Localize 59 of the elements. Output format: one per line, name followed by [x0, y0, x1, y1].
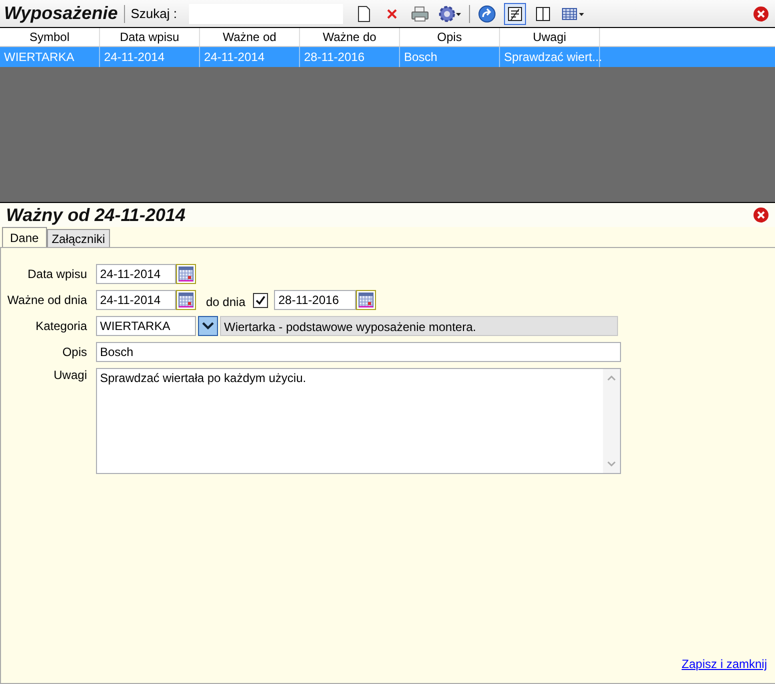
table-cell: 28-11-2016 — [300, 47, 400, 67]
checkbox[interactable] — [253, 292, 268, 308]
column-header[interactable]: Data wpisu — [100, 28, 200, 46]
report-icon — [506, 6, 523, 22]
calendar-icon — [178, 266, 194, 282]
table-icon — [560, 6, 585, 22]
chevron-down-icon — [202, 322, 214, 330]
field-label: do dnia — [206, 295, 246, 309]
scroll-up-icon — [607, 375, 616, 381]
date-field[interactable]: 24-11-2014 — [96, 290, 176, 310]
checkmark-icon — [255, 294, 266, 306]
field-label: Kategoria — [34, 319, 87, 333]
table-cell: WIERTARKA — [0, 47, 100, 67]
panel-title: Ważny od 24-11-2014 — [6, 204, 186, 226]
field-label: Ważne od dnia — [6, 293, 87, 307]
panel-title: Wyposażenie — [4, 3, 118, 24]
tab[interactable]: Dane — [2, 227, 47, 247]
column-header[interactable]: Symbol — [0, 28, 100, 46]
columns-icon — [534, 6, 551, 22]
gear-icon — [438, 4, 462, 22]
calendar-button[interactable] — [176, 290, 196, 310]
date-field[interactable]: 24-11-2014 — [96, 264, 176, 284]
tab[interactable]: Załączniki — [46, 229, 110, 247]
field-label: Uwagi — [52, 368, 87, 382]
column-header[interactable]: Opis — [400, 28, 500, 46]
close-icon — [753, 207, 769, 223]
table-cell: Sprawdzać wiert... — [500, 47, 600, 67]
close-button[interactable] — [753, 6, 769, 22]
field-label: Opis — [61, 345, 87, 359]
dropdown-button[interactable] — [198, 316, 218, 336]
delete-icon — [386, 8, 398, 20]
column-header[interactable]: Ważne do — [300, 28, 400, 46]
date-field[interactable]: 28-11-2016 — [274, 290, 356, 310]
scrollbar[interactable] — [603, 369, 620, 473]
calendar-button[interactable] — [356, 290, 376, 310]
description-field[interactable]: Bosch — [96, 342, 621, 362]
table-cell: 24-11-2014 — [100, 47, 200, 67]
notes-field[interactable]: Sprawdzać wiertała po każdym użyciu. — [96, 368, 621, 474]
table-cell: Bosch — [400, 47, 500, 67]
column-header[interactable]: Uwagi — [500, 28, 600, 46]
category-field[interactable]: WIERTARKA — [96, 316, 196, 336]
calendar-icon — [358, 292, 374, 308]
scroll-down-icon — [607, 461, 616, 467]
close-icon — [753, 6, 769, 22]
field-label: Data wpisu — [26, 267, 87, 281]
close-button[interactable] — [753, 207, 769, 223]
printer-icon — [410, 6, 429, 22]
report-view-button[interactable] — [504, 2, 526, 24]
category-description: Wiertarka - podstawowe wyposażenie montera. — [220, 316, 618, 336]
refresh-button[interactable] — [476, 2, 498, 24]
search-label: Szukaj : — [130, 6, 177, 21]
refresh-icon — [478, 4, 496, 22]
table-cell: 24-11-2014 — [200, 47, 300, 67]
save-and-close-link[interactable]: Zapisz i zamknij — [682, 657, 767, 671]
document-icon — [356, 6, 371, 22]
calendar-button[interactable] — [176, 264, 196, 284]
calendar-icon — [178, 292, 194, 308]
column-header[interactable]: Ważne od — [200, 28, 300, 46]
notes-text: Sprawdzać wiertała po każdym użyciu. — [99, 370, 308, 387]
